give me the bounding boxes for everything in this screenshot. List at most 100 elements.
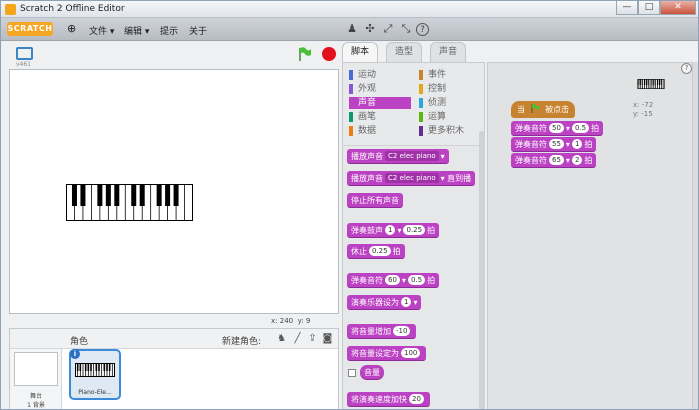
app-icon — [5, 4, 16, 15]
stage-header: v461 — [9, 42, 339, 69]
tab-scripts[interactable]: 脚本 — [342, 42, 379, 62]
info-icon[interactable]: i — [70, 349, 80, 359]
category-item[interactable]: 声音 — [349, 97, 411, 109]
category-color-swatch — [349, 70, 353, 80]
piano-sprite[interactable] — [66, 184, 193, 221]
sprite-name: Piano-Ele... — [78, 389, 112, 396]
category-color-swatch — [349, 112, 353, 122]
block-set-volume[interactable]: 将音量设定为 100 — [347, 346, 427, 361]
scratch-logo[interactable]: SCRATCH — [7, 22, 53, 36]
block-play-drum[interactable]: 弹奏鼓声 1 ▾ 0.25 拍 — [347, 223, 440, 238]
category-color-swatch — [349, 98, 353, 108]
move-icon[interactable]: ✣ — [362, 21, 378, 37]
stage-thumbnail[interactable] — [14, 352, 58, 386]
when-flag-clicked-block[interactable]: 当 被点击 — [511, 101, 576, 118]
menu-bar: SCRATCH ⊕ 文件 ▾ 编辑 ▾ 提示 关于 ♟ ✣ ⤢ ⤡ ? — [1, 18, 698, 41]
paint-sprite-icon[interactable]: ╱ — [291, 332, 304, 345]
category-label: 数据 — [358, 126, 377, 136]
green-flag-icon — [531, 104, 540, 113]
shrink-icon[interactable]: ⤡ — [398, 21, 414, 37]
sprites-header: 角色 新建角色: ♞ ╱ ⇪ ◙ — [10, 329, 338, 349]
block-rest[interactable]: 休止 0.25 拍 — [347, 244, 405, 259]
block-change-volume[interactable]: 将音量增加 -10 — [347, 324, 417, 339]
sprites-panel: 角色 新建角色: ♞ ╱ ⇪ ◙ 舞台 1 背景 i Piano-Ele... — [9, 328, 339, 409]
stamp-icon[interactable]: ♟ — [344, 21, 360, 37]
editor-tabs: 脚本 造型 声音 — [342, 42, 484, 62]
stage-canvas[interactable] — [9, 69, 339, 314]
title-bar: Scratch 2 Offline Editor — □ ✕ — [1, 1, 698, 18]
globe-icon[interactable]: ⊕ — [67, 22, 76, 35]
maximize-button[interactable]: □ — [638, 1, 660, 15]
category-label: 画笔 — [358, 112, 377, 122]
category-color-swatch — [419, 70, 423, 80]
help-icon[interactable]: ? — [681, 63, 692, 74]
block-stop-all-sounds[interactable]: 停止所有声音 — [347, 193, 403, 208]
stop-icon[interactable] — [322, 47, 336, 61]
category-item[interactable]: 画笔 — [349, 111, 407, 123]
palette-scrollbar[interactable] — [479, 131, 485, 409]
category-color-swatch — [349, 84, 353, 94]
category-color-swatch — [419, 84, 423, 94]
category-color-swatch — [349, 126, 353, 136]
block-play-sound[interactable]: 播放声音 C2 elec piano ▾ — [347, 149, 449, 164]
category-label: 运动 — [358, 70, 377, 80]
sprites-label: 角色 — [70, 337, 89, 347]
menu-file[interactable]: 文件 ▾ — [89, 24, 114, 37]
category-color-swatch — [419, 98, 423, 108]
menu-about[interactable]: 关于 — [189, 24, 207, 37]
sprite-position: x: -72 y: -15 — [633, 101, 654, 118]
category-item[interactable]: 外观 — [349, 83, 407, 95]
block-palette: 运动 事件外观 控制声音 侦测画笔 运算数据 更多积木 播放声音 C2 elec piano… — [342, 62, 485, 409]
category-item[interactable]: 更多积木 — [419, 125, 477, 137]
sprite-tile[interactable]: i Piano-Ele... — [69, 349, 121, 400]
tab-costumes[interactable]: 造型 — [386, 42, 423, 62]
stage-backdrop-count: 1 背景 — [27, 402, 45, 409]
block-change-tempo[interactable]: 将演奏速度加快 20 — [347, 392, 430, 407]
upload-sprite-icon[interactable]: ⇪ — [306, 332, 319, 345]
block-play-sound-until-done[interactable]: 播放声音 C2 elec piano ▾ 直到播 — [347, 171, 476, 186]
stage-coordinates: x: 240 y: 9 — [271, 317, 311, 325]
category-color-swatch — [419, 112, 423, 122]
close-button[interactable]: ✕ — [660, 1, 696, 15]
grow-icon[interactable]: ⤢ — [380, 21, 396, 37]
window-title: Scratch 2 Offline Editor — [20, 4, 125, 14]
menu-edit[interactable]: 编辑 ▾ — [124, 24, 149, 37]
category-label: 外观 — [358, 84, 377, 94]
category-item[interactable]: 侦测 — [419, 97, 477, 109]
scripts-scrollbar[interactable] — [693, 62, 698, 409]
menu-tips[interactable]: 提示 — [160, 24, 178, 37]
minimize-button[interactable]: — — [616, 1, 638, 15]
category-label: 运算 — [428, 112, 447, 122]
category-label: 侦测 — [428, 98, 447, 108]
category-label: 更多积木 — [428, 126, 465, 136]
sprite-preview-icon — [637, 79, 665, 89]
volume-checkbox[interactable] — [348, 369, 356, 377]
fullscreen-icon[interactable] — [16, 47, 33, 60]
stage-title: 舞台 — [29, 393, 42, 400]
green-flag-icon[interactable] — [298, 47, 312, 61]
category-item[interactable]: 事件 — [419, 69, 477, 81]
camera-icon[interactable]: ◙ — [321, 332, 334, 345]
category-item[interactable]: 运动 — [349, 69, 407, 81]
stage-thumbnail-pane[interactable]: 舞台 1 背景 — [10, 349, 62, 409]
category-label: 事件 — [428, 70, 447, 80]
help-icon[interactable]: ? — [416, 23, 429, 36]
block-play-note[interactable]: 弹奏音符 60 ▾ 0.5 拍 — [347, 273, 440, 288]
script-note-block[interactable]: 弹奏音符 50 ▾ 0.5 拍 — [511, 121, 604, 136]
category-label: 控制 — [428, 84, 447, 94]
choose-sprite-icon[interactable]: ♞ — [275, 332, 288, 345]
category-item[interactable]: 运算 — [419, 111, 477, 123]
block-set-instrument[interactable]: 演奏乐器设为 1 ▾ — [347, 295, 422, 310]
script-note-block[interactable]: 弹奏音符 65 ▾ 2 拍 — [511, 153, 597, 168]
category-item[interactable]: 控制 — [419, 83, 477, 95]
script-note-block[interactable]: 弹奏音符 55 ▾ 1 拍 — [511, 137, 597, 152]
app-window: Scratch 2 Offline Editor — □ ✕ SCRATCH ⊕… — [0, 0, 699, 410]
category-label: 声音 — [358, 98, 377, 108]
sprite-thumbnail — [75, 363, 115, 377]
reporter-volume[interactable]: 音量 — [360, 365, 384, 380]
category-item[interactable]: 数据 — [349, 125, 407, 137]
tab-sounds[interactable]: 声音 — [430, 42, 467, 62]
category-color-swatch — [419, 126, 423, 136]
new-sprite-label: 新建角色: — [222, 337, 262, 347]
block-list: 播放声音 C2 elec piano ▾ 播放声音 C2 elec piano ▾ 直到… — [343, 145, 484, 409]
